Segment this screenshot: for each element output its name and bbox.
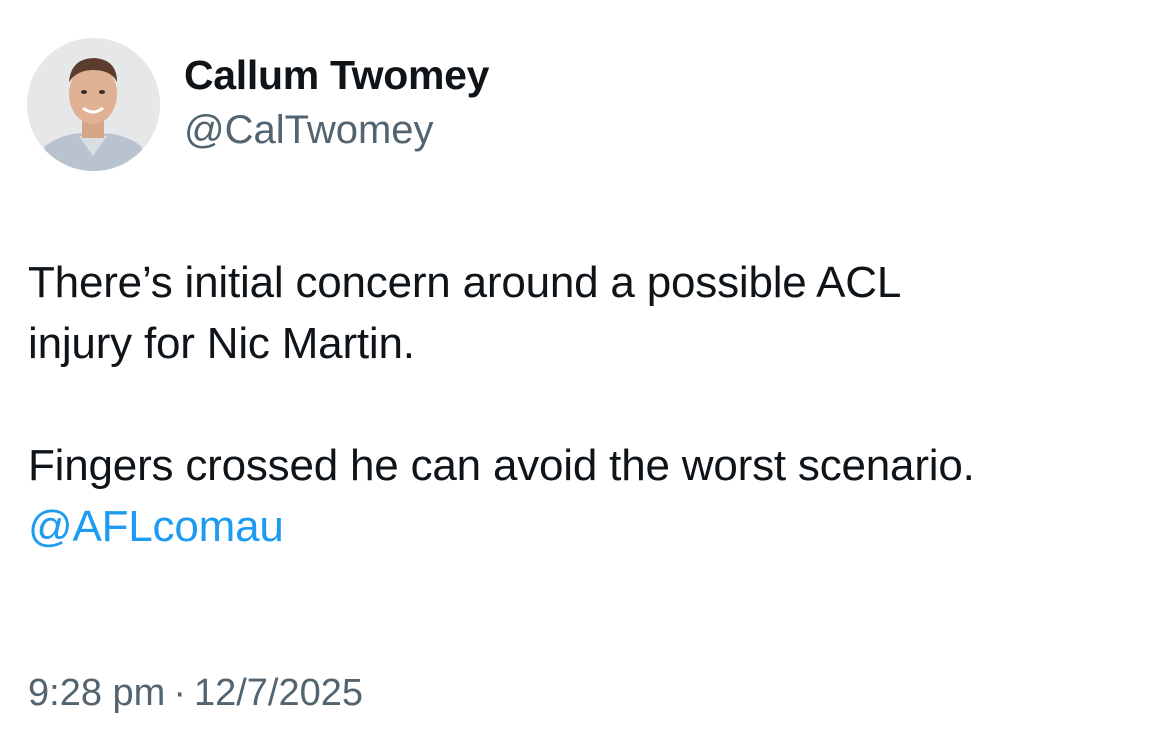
tweet-text: There’s initial concern around a possibl… xyxy=(28,252,1148,557)
tweet-text-line: There’s initial concern around a possibl… xyxy=(28,258,902,307)
avatar[interactable] xyxy=(27,38,160,171)
tweet-text-line: injury for Nic Martin. xyxy=(28,319,415,368)
tweet-timestamp: 9:28 pm · 12/7/2025 xyxy=(28,672,363,715)
author-handle[interactable]: @CalTwomey xyxy=(184,108,434,153)
tweet-time[interactable]: 9:28 pm xyxy=(28,672,165,714)
profile-photo xyxy=(27,38,160,171)
mention-link[interactable]: @AFLcomau xyxy=(28,496,1148,557)
tweet-text-line: Fingers crossed he can avoid the worst s… xyxy=(28,441,975,490)
author-display-name[interactable]: Callum Twomey xyxy=(184,52,489,99)
meta-separator: · xyxy=(173,672,186,714)
tweet-date[interactable]: 12/7/2025 xyxy=(194,672,363,714)
tweet-card: Callum Twomey @CalTwomey There’s initial… xyxy=(0,0,1170,743)
